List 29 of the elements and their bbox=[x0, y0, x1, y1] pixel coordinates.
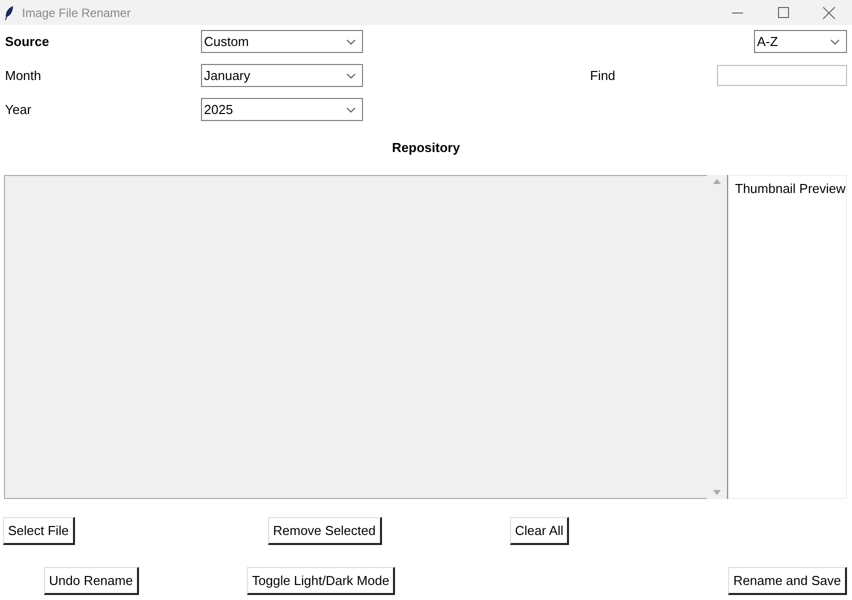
window-title: Image File Renamer bbox=[22, 6, 132, 20]
scrollbar[interactable] bbox=[707, 175, 728, 499]
scroll-down-icon[interactable] bbox=[713, 490, 721, 495]
section-title: Repository bbox=[392, 140, 460, 155]
chevron-down-icon bbox=[346, 106, 356, 112]
action-button[interactable]: Rename and Save bbox=[728, 567, 847, 595]
dropdown[interactable]: 2025 bbox=[201, 98, 363, 121]
chevron-down-icon bbox=[346, 72, 356, 78]
field-label: Year bbox=[5, 102, 32, 117]
find-label: Find bbox=[590, 68, 616, 83]
chevron-down-icon bbox=[830, 38, 840, 44]
action-button[interactable]: Toggle Light/Dark Mode bbox=[247, 567, 396, 595]
chevron-down-icon bbox=[346, 38, 356, 44]
scroll-up-icon[interactable] bbox=[713, 179, 721, 184]
action-button[interactable]: Undo Rename bbox=[44, 567, 139, 595]
field-label: Source bbox=[5, 34, 50, 49]
find-field[interactable] bbox=[717, 65, 847, 86]
sort-dropdown[interactable]: A-Z bbox=[754, 30, 847, 53]
preview-label: Thumbnail Preview bbox=[735, 181, 846, 196]
action-button[interactable]: Select File bbox=[3, 517, 75, 545]
dropdown[interactable]: January bbox=[201, 64, 363, 87]
minimize-icon bbox=[732, 12, 742, 14]
close-icon bbox=[823, 6, 835, 18]
action-button[interactable]: Clear All bbox=[510, 517, 570, 545]
action-button[interactable]: Remove Selected bbox=[268, 517, 382, 545]
dropdown[interactable]: Custom bbox=[201, 30, 363, 53]
field-label: Month bbox=[5, 68, 42, 83]
feather-icon bbox=[4, 6, 14, 20]
maximize-icon bbox=[778, 7, 788, 18]
